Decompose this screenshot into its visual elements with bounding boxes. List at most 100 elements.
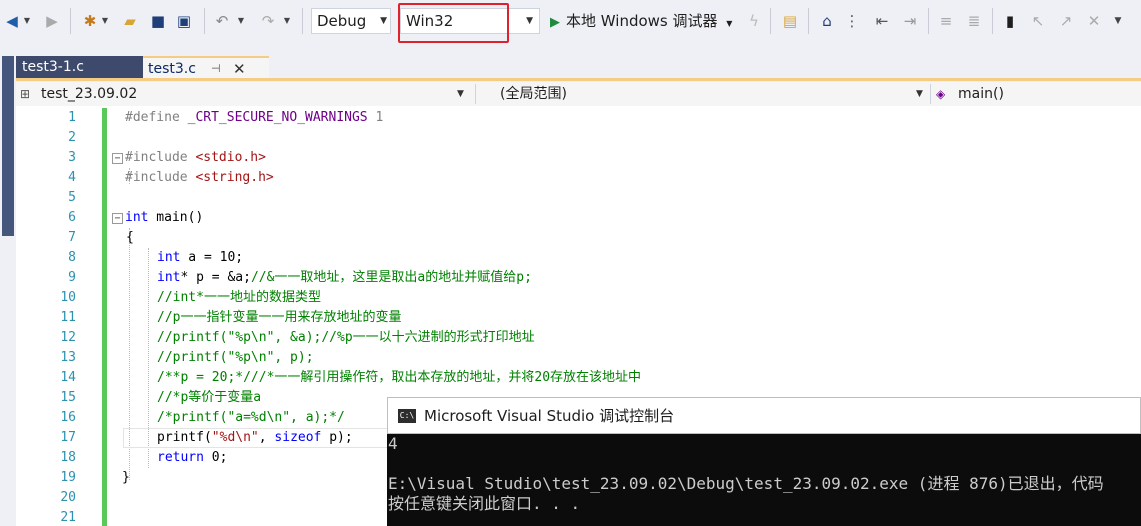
open-icon[interactable]: ▰ [120,11,140,31]
line-number: 21 [60,510,76,525]
code-token: , [258,430,275,445]
side-tool-strip [0,56,16,526]
toolbar-separator [70,8,71,34]
hot-reload-icon[interactable]: ϟ [744,11,764,31]
code-line-6: int main() [125,208,203,228]
console-output[interactable]: 4 E:\Visual Studio\test_23.09.02\Debug\t… [387,434,1141,526]
change-indicator-bar [102,108,107,526]
outdent-icon[interactable]: ⇥ [900,11,920,31]
folder-icon[interactable]: ▤ [780,11,800,31]
console-title-bar[interactable]: C:\ Microsoft Visual Studio 调试控制台 [387,397,1141,434]
play-icon: ▶ [550,15,560,30]
code-token: } [122,470,130,485]
code-line-13: //printf("%p\n", p); [157,350,314,365]
code-line-15: //*p等价于变量a [157,390,262,405]
code-line-3: #include <stdio.h> [125,148,266,168]
code-token: main() [148,210,204,225]
back-icon[interactable]: ◀ [2,11,22,31]
close-icon[interactable]: ✕ [233,58,246,80]
console-title: Microsoft Visual Studio 调试控制台 [424,407,675,425]
line-number-gutter: 1 2 3 4 5 6 7 8 9 10 11 12 13 14 15 16 1… [16,108,82,526]
bookmark-icon[interactable]: ▮ [1000,11,1020,31]
redo-icon[interactable]: ↷ [258,11,278,31]
uncomment-icon[interactable]: ≣ [964,11,984,31]
run-label: 本地 Windows 调试器 [566,12,718,30]
new-project-icon[interactable]: ✱ [80,11,100,31]
save-all-icon[interactable]: ▣ [174,11,194,31]
config-dropdown[interactable]: Debug ▼ [311,8,391,34]
run-debugger-button[interactable]: ▶ 本地 Windows 调试器 ▼ [550,8,732,34]
code-line-1: #define _CRT_SECURE_NO_WARNINGS 1 [125,108,383,128]
code-token: sizeof [274,430,322,445]
toolbar-separator [204,8,205,34]
overflow-icon[interactable]: ▼ [1108,11,1128,31]
chevron-down-icon[interactable]: ▼ [457,84,464,104]
code-line-16: /*printf("a=%d\n", a);*/ [157,410,345,425]
indent-icon[interactable]: ⇤ [872,11,892,31]
code-line-9: int* p = &a;//&一一取地址，这里是取出a的地址并赋值给p; [157,268,532,288]
chevron-down-icon: ▼ [380,16,387,26]
chevron-down-icon[interactable]: ▼ [22,11,32,31]
code-line-18: return 0; [157,448,227,468]
toolbar: ◀ ▼ ▶ ✱ ▼ ▰ ■ ▣ ↶ ▼ ↷ ▼ Debug ▼ Win32 ▼ … [0,0,1141,44]
code-comment: //&一一取地址，这里是取出a的地址并赋值给p; [250,270,532,285]
code-token: _CRT_SECURE_NO_WARNINGS [187,110,368,125]
tab-label: test3-1.c [22,59,84,75]
code-token: <string.h> [195,170,274,185]
config-value: Debug [317,12,367,30]
chevron-down-icon[interactable]: ▼ [916,84,923,104]
line-number: 20 [60,490,76,505]
highlight-box [398,3,509,43]
home-icon[interactable]: ⌂ [817,11,837,31]
line-number: 14 [60,370,76,385]
clear-bookmarks-icon[interactable]: ✕ [1084,11,1104,31]
tab-test3-1[interactable]: test3-1.c [16,56,143,78]
code-token: "%d\n" [211,430,259,445]
side-tool-tab[interactable] [2,56,14,236]
member-dropdown[interactable]: main() [958,84,1004,104]
document-tabs: test3-1.c test3.c ⊣ ✕ [16,56,1141,78]
save-icon[interactable]: ■ [148,11,168,31]
line-number: 1 [68,110,76,125]
chevron-down-icon[interactable]: ▼ [100,11,110,31]
next-bookmark-icon[interactable]: ↗ [1056,11,1076,31]
tab-test3[interactable]: test3.c ⊣ ✕ [143,56,269,78]
toolbar-separator [808,8,809,34]
line-number: 9 [68,270,76,285]
comment-icon[interactable]: ≡ [936,11,956,31]
console-line: 4 [388,434,398,453]
code-token: a = 10; [180,250,244,265]
line-number: 11 [60,310,76,325]
line-number: 5 [68,190,76,205]
code-line-17: printf("%d\n", sizeof p); [157,428,353,448]
code-token: int [157,270,181,285]
debug-console-window[interactable]: C:\ Microsoft Visual Studio 调试控制台 4 E:\V… [387,397,1141,526]
line-number: 7 [68,230,76,245]
step-icon[interactable]: ⋮ [842,11,862,31]
line-number: 8 [68,250,76,265]
code-token: #define [125,110,188,125]
code-line-7: { [126,228,134,248]
collapse-icon[interactable]: − [112,153,123,164]
project-icon: ⊞ [20,87,31,101]
scope-dropdown[interactable]: (全局范围) [500,84,567,104]
prev-bookmark-icon[interactable]: ↖ [1028,11,1048,31]
undo-icon[interactable]: ↶ [212,11,232,31]
chevron-down-icon[interactable]: ▼ [282,11,292,31]
tab-label: test3.c [148,61,196,77]
collapse-icon[interactable]: − [112,213,123,224]
code-line-4: #include <string.h> [125,168,274,188]
toolbar-separator [770,8,771,34]
code-token: 0; [203,450,228,465]
toolbar-separator [302,8,303,34]
code-line-14: /**p = 20;*///*一一解引用操作符，取出本存放的地址，并将20存放在… [157,370,642,385]
forward-icon[interactable]: ▶ [42,11,62,31]
code-token: 1 [367,110,384,125]
code-token: { [126,230,134,245]
chevron-down-icon[interactable]: ▼ [236,11,246,31]
pin-icon[interactable]: ⊣ [211,58,221,80]
code-line-8: int a = 10; [157,248,243,268]
project-dropdown[interactable]: test_23.09.02 [41,84,137,104]
line-number: 6 [68,210,76,225]
code-token: printf( [157,430,212,445]
